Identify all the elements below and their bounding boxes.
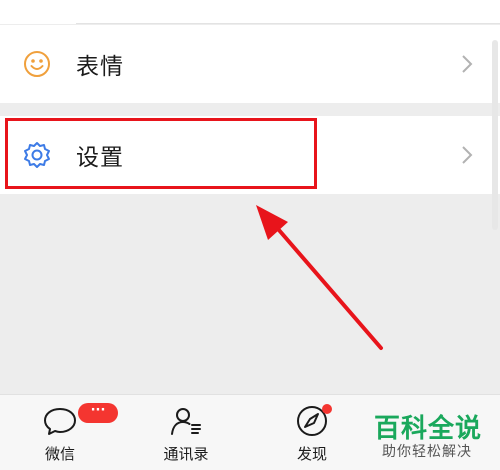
chevron-right-icon	[462, 55, 473, 73]
smiley-icon	[24, 51, 50, 77]
watermark-logo: 百科全说 助你轻松解决	[366, 398, 500, 469]
chat-bubble-icon	[44, 408, 76, 435]
watermark-subtitle: 助你轻松解决	[382, 444, 472, 460]
list-item-expression[interactable]: 表情	[0, 25, 500, 103]
tab-contacts[interactable]: 通讯录	[136, 395, 236, 470]
list-item-label: 表情	[76, 54, 124, 80]
list-item-label: 设置	[76, 145, 124, 171]
divider	[76, 23, 500, 24]
notification-dot	[322, 404, 332, 414]
tab-label: 通讯录	[163, 445, 209, 463]
tab-wechat[interactable]: ··· 微信	[10, 395, 118, 470]
gear-icon	[24, 142, 50, 168]
previous-list-item-partial[interactable]	[0, 0, 500, 24]
chevron-right-icon	[462, 146, 473, 164]
scrollbar[interactable]	[492, 40, 498, 230]
list-item-settings[interactable]: 设置	[0, 116, 500, 194]
contacts-icon	[171, 408, 201, 435]
tab-label: 微信	[44, 445, 75, 463]
unread-badge: ···	[78, 403, 118, 423]
tab-label: 发现	[296, 445, 327, 463]
watermark-title: 百科全说	[374, 414, 483, 444]
tab-discover[interactable]: 发现	[262, 395, 362, 470]
